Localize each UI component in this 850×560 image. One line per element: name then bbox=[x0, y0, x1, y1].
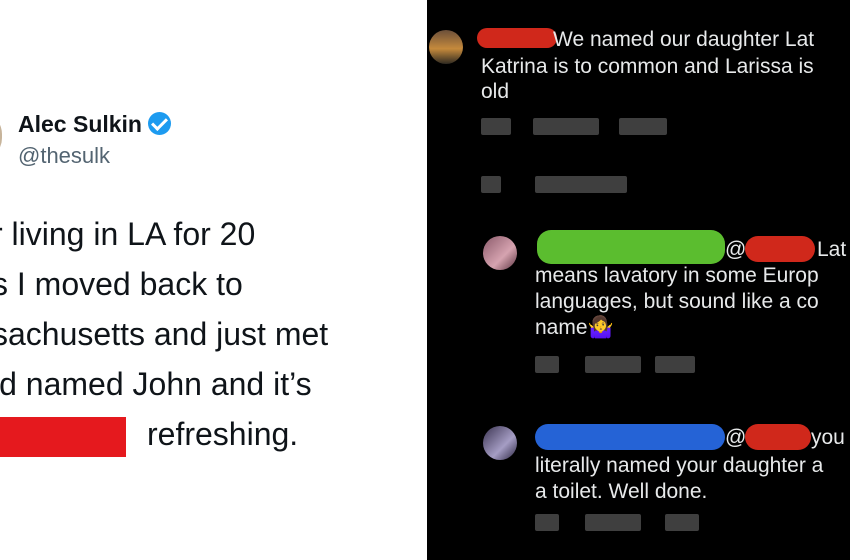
comment-text: a toilet. Well done. bbox=[535, 480, 708, 503]
comment-text: name🤷‍♀️ bbox=[535, 316, 614, 339]
tweet-text-line: refreshing. bbox=[147, 416, 299, 452]
comment-text: means lavatory in some Europ bbox=[535, 264, 819, 287]
tweet-text-line: sachusetts and just met bbox=[0, 316, 329, 352]
blurred-meta bbox=[619, 118, 667, 135]
comment-text: Katrina is to common and Larissa is bbox=[481, 55, 814, 78]
blurred-meta bbox=[535, 514, 559, 531]
tweet-text-line: s I moved back to bbox=[0, 266, 243, 302]
comment-text: We named our daughter Lat bbox=[553, 28, 815, 51]
comments-panel: We named our daughter Lat Katrina is to … bbox=[427, 0, 850, 560]
comment-mention: @ bbox=[725, 238, 747, 261]
comment-text: old bbox=[481, 80, 510, 103]
redacted-username bbox=[745, 424, 811, 450]
redaction-bar bbox=[0, 417, 126, 457]
redacted-username bbox=[535, 424, 725, 450]
tweet-author-handle[interactable]: @thesulk bbox=[18, 143, 110, 169]
blurred-meta bbox=[535, 176, 627, 193]
blurred-meta bbox=[533, 118, 599, 135]
comment-mention: @ bbox=[725, 426, 747, 449]
verified-badge-icon bbox=[147, 112, 171, 135]
redacted-username bbox=[537, 230, 725, 264]
blurred-meta bbox=[535, 356, 559, 373]
comment-text: Lat bbox=[817, 238, 847, 261]
redacted-username bbox=[745, 236, 815, 262]
blurred-meta bbox=[655, 356, 695, 373]
blurred-meta bbox=[665, 514, 699, 531]
comment-text: literally named your daughter a bbox=[535, 454, 824, 477]
comment-text: you bbox=[811, 426, 845, 449]
tweet-author-name[interactable]: Alec Sulkin bbox=[18, 111, 171, 138]
commenter-avatar[interactable] bbox=[483, 426, 517, 460]
comment-text: languages, but sound like a co bbox=[535, 290, 819, 313]
tweet-text-line: ld named John and it’s bbox=[0, 366, 312, 402]
redacted-username bbox=[477, 28, 557, 48]
commenter-avatar[interactable] bbox=[429, 30, 463, 64]
tweet-panel: Alec Sulkin @thesulk r living in LA for … bbox=[0, 0, 427, 560]
tweet-text-line: r living in LA for 20 bbox=[0, 216, 256, 252]
author-name-text: Alec Sulkin bbox=[18, 111, 142, 137]
commenter-avatar[interactable] bbox=[483, 236, 517, 270]
blurred-meta bbox=[481, 176, 501, 193]
blurred-meta bbox=[585, 514, 641, 531]
tweet-avatar[interactable] bbox=[0, 112, 2, 160]
blurred-meta bbox=[585, 356, 641, 373]
blurred-meta bbox=[481, 118, 511, 135]
